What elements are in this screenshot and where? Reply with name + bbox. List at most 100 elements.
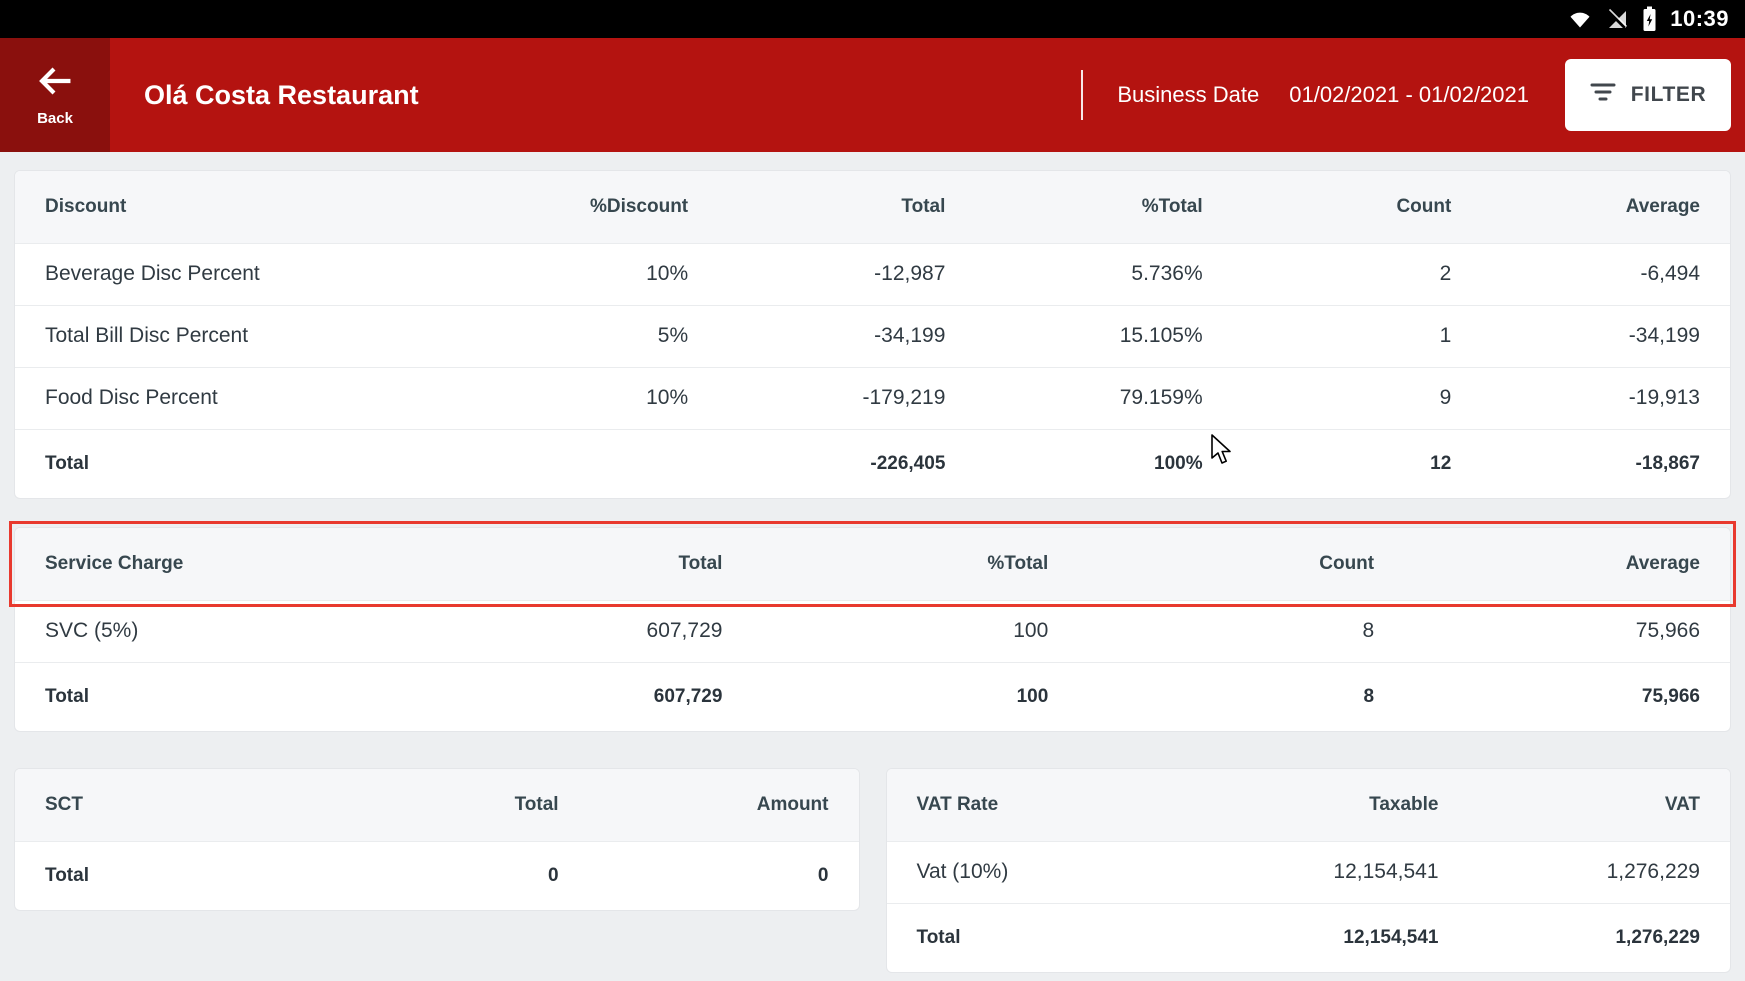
sct-table: SCT Total Amount Total 0 0 bbox=[15, 769, 859, 910]
cell-discount-name: Food Disc Percent bbox=[15, 367, 444, 429]
cell-total-label: Total bbox=[887, 903, 1199, 972]
cell-total-label: Total bbox=[15, 662, 444, 731]
bottom-tables-row: SCT Total Amount Total 0 0 bbox=[14, 768, 1731, 973]
filter-button-label: FILTER bbox=[1631, 83, 1707, 107]
cell-discount-name: Beverage Disc Percent bbox=[15, 243, 444, 305]
column-header: Amount bbox=[589, 769, 859, 841]
report-content: Discount %Discount Total %Total Count Av… bbox=[0, 152, 1745, 973]
cell: 10% bbox=[444, 367, 718, 429]
filter-icon bbox=[1590, 82, 1616, 108]
service-charge-table: Service Charge Total %Total Count Averag… bbox=[15, 528, 1730, 731]
back-button[interactable]: Back bbox=[0, 38, 110, 152]
cell: 15.105% bbox=[975, 305, 1232, 367]
service-charge-table-card: Service Charge Total %Total Count Averag… bbox=[14, 527, 1731, 732]
cell: 12 bbox=[1233, 429, 1482, 498]
appbar-divider bbox=[1081, 70, 1083, 120]
discount-table-header-row: Discount %Discount Total %Total Count Av… bbox=[15, 171, 1730, 243]
vat-header-row: VAT Rate Taxable VAT bbox=[887, 769, 1731, 841]
cell: 100 bbox=[752, 600, 1078, 662]
column-header: VAT bbox=[1469, 769, 1731, 841]
cell: 10% bbox=[444, 243, 718, 305]
filter-button[interactable]: FILTER bbox=[1565, 59, 1731, 131]
vat-table-card: VAT Rate Taxable VAT Vat (10%) 12,154,54… bbox=[886, 768, 1732, 973]
cell: -12,987 bbox=[718, 243, 975, 305]
cell: 12,154,541 bbox=[1199, 841, 1469, 903]
column-header: Total bbox=[444, 528, 753, 600]
cell: 0 bbox=[352, 841, 588, 910]
cell: -34,199 bbox=[718, 305, 975, 367]
cell: 5.736% bbox=[975, 243, 1232, 305]
cell: 75,966 bbox=[1404, 600, 1730, 662]
cell: -18,867 bbox=[1481, 429, 1730, 498]
cell bbox=[444, 429, 718, 498]
vat-table: VAT Rate Taxable VAT Vat (10%) 12,154,54… bbox=[887, 769, 1731, 972]
cell: 8 bbox=[1078, 662, 1404, 731]
cell: 607,729 bbox=[444, 600, 753, 662]
table-total-row: Total 607,729 100 8 75,966 bbox=[15, 662, 1730, 731]
column-header: Service Charge bbox=[15, 528, 444, 600]
column-header: %Total bbox=[752, 528, 1078, 600]
cell: -226,405 bbox=[718, 429, 975, 498]
column-header: Average bbox=[1481, 171, 1730, 243]
cell: 607,729 bbox=[444, 662, 753, 731]
cell: 100% bbox=[975, 429, 1232, 498]
column-header: Total bbox=[352, 769, 588, 841]
business-date-label: Business Date bbox=[1117, 82, 1259, 108]
cell: 1 bbox=[1233, 305, 1482, 367]
status-bar: 10:39 bbox=[0, 0, 1745, 38]
cell: 75,966 bbox=[1404, 662, 1730, 731]
cell-discount-name: Total Bill Disc Percent bbox=[15, 305, 444, 367]
column-header: SCT bbox=[15, 769, 352, 841]
app-bar: Back Olá Costa Restaurant Business Date … bbox=[0, 38, 1745, 152]
sct-table-card: SCT Total Amount Total 0 0 bbox=[14, 768, 860, 911]
cell: 1,276,229 bbox=[1469, 841, 1731, 903]
cell: 9 bbox=[1233, 367, 1482, 429]
table-row: Vat (10%) 12,154,541 1,276,229 bbox=[887, 841, 1731, 903]
table-row: Food Disc Percent 10% -179,219 79.159% 9… bbox=[15, 367, 1730, 429]
cell: 8 bbox=[1078, 600, 1404, 662]
service-charge-header-row: Service Charge Total %Total Count Averag… bbox=[15, 528, 1730, 600]
cell: 100 bbox=[752, 662, 1078, 731]
cell: 79.159% bbox=[975, 367, 1232, 429]
cell: -6,494 bbox=[1481, 243, 1730, 305]
table-total-row: Total 12,154,541 1,276,229 bbox=[887, 903, 1731, 972]
cell-service-charge-name: SVC (5%) bbox=[15, 600, 444, 662]
no-signal-icon bbox=[1605, 7, 1629, 31]
cell: 1,276,229 bbox=[1469, 903, 1731, 972]
cell: -179,219 bbox=[718, 367, 975, 429]
column-header: %Discount bbox=[444, 171, 718, 243]
column-header: %Total bbox=[975, 171, 1232, 243]
cell: 12,154,541 bbox=[1199, 903, 1469, 972]
cell-vat-rate: Vat (10%) bbox=[887, 841, 1199, 903]
back-button-label: Back bbox=[37, 110, 73, 127]
battery-charging-icon bbox=[1642, 6, 1657, 32]
cell: 0 bbox=[589, 841, 859, 910]
business-date-range[interactable]: 01/02/2021 - 01/02/2021 bbox=[1289, 82, 1529, 108]
clock: 10:39 bbox=[1670, 6, 1729, 32]
cell: -19,913 bbox=[1481, 367, 1730, 429]
table-total-row: Total -226,405 100% 12 -18,867 bbox=[15, 429, 1730, 498]
column-header: Count bbox=[1078, 528, 1404, 600]
cell: 5% bbox=[444, 305, 718, 367]
table-total-row: Total 0 0 bbox=[15, 841, 859, 910]
table-row: Total Bill Disc Percent 5% -34,199 15.10… bbox=[15, 305, 1730, 367]
cell: 2 bbox=[1233, 243, 1482, 305]
service-charge-section: Service Charge Total %Total Count Averag… bbox=[14, 527, 1731, 732]
back-arrow-icon bbox=[36, 64, 74, 103]
column-header: Total bbox=[718, 171, 975, 243]
column-header: Count bbox=[1233, 171, 1482, 243]
cell-total-label: Total bbox=[15, 841, 352, 910]
column-header: Taxable bbox=[1199, 769, 1469, 841]
column-header: Discount bbox=[15, 171, 444, 243]
column-header: Average bbox=[1404, 528, 1730, 600]
table-row: Beverage Disc Percent 10% -12,987 5.736%… bbox=[15, 243, 1730, 305]
wifi-icon bbox=[1568, 7, 1592, 31]
sct-header-row: SCT Total Amount bbox=[15, 769, 859, 841]
cell: -34,199 bbox=[1481, 305, 1730, 367]
page-title: Olá Costa Restaurant bbox=[144, 80, 419, 111]
column-header: VAT Rate bbox=[887, 769, 1199, 841]
discount-table: Discount %Discount Total %Total Count Av… bbox=[15, 171, 1730, 498]
discount-table-card: Discount %Discount Total %Total Count Av… bbox=[14, 170, 1731, 499]
table-row: SVC (5%) 607,729 100 8 75,966 bbox=[15, 600, 1730, 662]
cell-total-label: Total bbox=[15, 429, 444, 498]
